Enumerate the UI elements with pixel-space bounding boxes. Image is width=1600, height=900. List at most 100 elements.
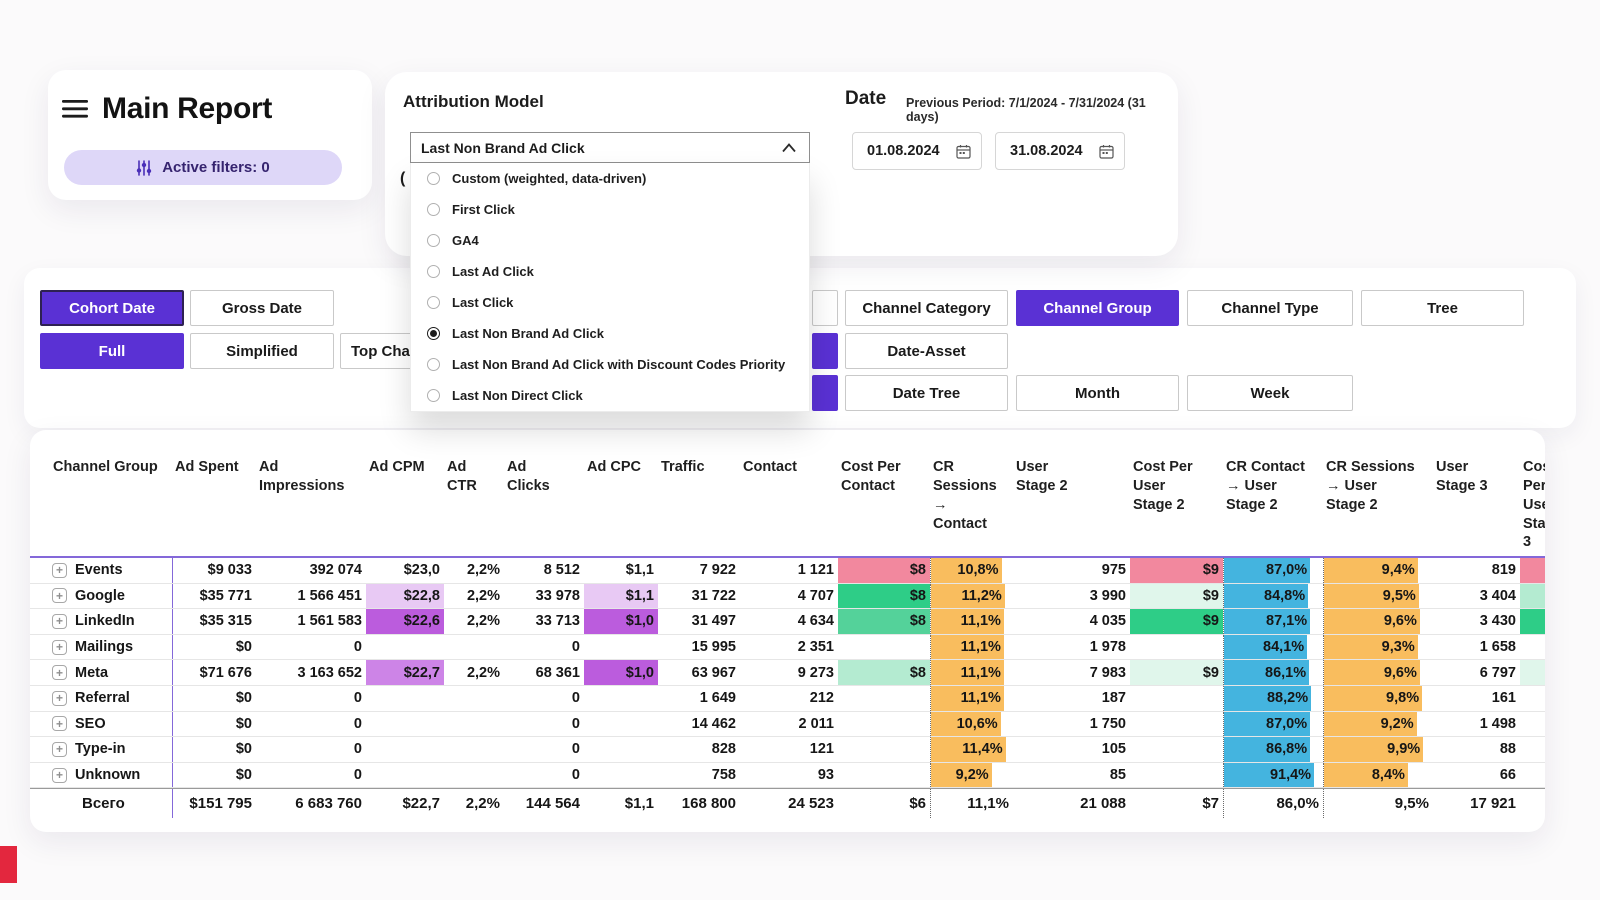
table-cell: $22,7	[366, 789, 444, 818]
table-cell	[444, 635, 504, 660]
expand-row-icon[interactable]: +	[52, 716, 67, 731]
report-type-button-channel-type[interactable]: Channel Type	[1187, 290, 1353, 326]
hidden-button[interactable]	[812, 375, 838, 411]
attribution-options-list: Custom (weighted, data-driven) First Clic…	[410, 163, 810, 412]
radio-icon[interactable]	[427, 358, 440, 371]
expand-row-icon[interactable]: +	[52, 768, 67, 783]
attribution-option[interactable]: Last Non Brand Ad Click	[411, 318, 809, 349]
attribution-option[interactable]: Last Click	[411, 287, 809, 318]
table-cell: 7 983	[1013, 660, 1130, 685]
table-cell: 758	[658, 763, 740, 788]
table-cell: 3 404	[1433, 584, 1520, 609]
table-column-header: User Stage 2	[1013, 458, 1130, 556]
expand-row-icon[interactable]: +	[52, 563, 67, 578]
date-to-input[interactable]: 31.08.2024	[995, 132, 1125, 170]
radio-icon[interactable]	[427, 203, 440, 216]
table-row: +Referral$0001 64921211,1%18788,2%9,8%16…	[30, 686, 1545, 712]
table-cell: 68 361	[504, 660, 584, 685]
active-filters-pill[interactable]: Active filters: 0	[64, 150, 342, 185]
report-type-button-channel-group[interactable]: Channel Group	[1016, 290, 1179, 326]
table-cell: $9 033	[172, 558, 256, 583]
table-cell	[838, 763, 930, 788]
attribution-option[interactable]: First Click	[411, 194, 809, 225]
table-cell	[584, 686, 658, 711]
attribution-option[interactable]: Custom (weighted, data-driven)	[411, 163, 809, 194]
table-cell: 0	[256, 635, 366, 660]
radio-icon[interactable]	[427, 265, 440, 278]
radio-icon[interactable]	[427, 296, 440, 309]
expand-row-icon[interactable]: +	[52, 665, 67, 680]
report-type-button-channel-category[interactable]: Channel Category	[845, 290, 1008, 326]
radio-icon[interactable]	[427, 172, 440, 185]
table-cell	[1130, 737, 1223, 762]
table-cell: 168 800	[658, 789, 740, 818]
report-type-button-tree[interactable]: Tree	[1361, 290, 1524, 326]
report-type-button-full[interactable]: Full	[40, 333, 184, 369]
radio-selected-icon[interactable]	[427, 327, 440, 340]
report-type-button-date-asset[interactable]: Date-Asset	[845, 333, 1008, 369]
table-cell: 0	[504, 763, 584, 788]
table-column-header: Ad CPC	[584, 458, 658, 556]
page-title: Main Report	[102, 92, 272, 126]
channel-name: Mailings	[75, 639, 133, 655]
report-type-button-month[interactable]: Month	[1016, 375, 1179, 411]
table-column-header: CR Sessions → Contact	[930, 458, 1013, 556]
table-cell: $23,0	[366, 558, 444, 583]
table-cell	[1130, 712, 1223, 737]
table-cell: 2,2%	[444, 789, 504, 818]
table-cell: 17 921	[1433, 789, 1520, 818]
table-cell: 9 273	[740, 660, 838, 685]
table-cell	[366, 635, 444, 660]
table-cell: $1,1	[584, 558, 658, 583]
attribution-option-label: Custom (weighted, data-driven)	[452, 171, 646, 186]
table-cell: 33 713	[504, 609, 584, 634]
report-type-button-date-tree[interactable]: Date Tree	[845, 375, 1008, 411]
table-cell	[366, 712, 444, 737]
attribution-option-label: Last Non Direct Click	[452, 388, 583, 403]
channel-name: Google	[75, 588, 125, 604]
attribution-select[interactable]: Last Non Brand Ad Click	[410, 132, 810, 163]
radio-icon[interactable]	[427, 234, 440, 247]
hidden-button[interactable]	[812, 290, 838, 326]
expand-row-icon[interactable]: +	[52, 614, 67, 629]
expand-row-icon[interactable]: +	[52, 588, 67, 603]
table-cell: $8	[838, 558, 930, 583]
radio-icon[interactable]	[427, 389, 440, 402]
table-cell: 85	[1013, 763, 1130, 788]
attribution-option-label: Last Non Brand Ad Click	[452, 326, 604, 341]
table-cell: $1,1	[584, 789, 658, 818]
channel-name: Unknown	[75, 767, 140, 783]
table-cell: 24 523	[740, 789, 838, 818]
channel-name: Meta	[75, 665, 108, 681]
chevron-up-icon	[781, 143, 797, 153]
table-cell: 66	[1433, 763, 1520, 788]
attribution-option[interactable]: Last Non Brand Ad Click with Discount Co…	[411, 349, 809, 380]
report-type-button-simplified[interactable]: Simplified	[190, 333, 334, 369]
expand-row-icon[interactable]: +	[52, 640, 67, 655]
table-column-header: Ad CTR	[444, 458, 504, 556]
table-cell: 6 797	[1433, 660, 1520, 685]
expand-row-icon[interactable]: +	[52, 691, 67, 706]
expand-row-icon[interactable]: +	[52, 742, 67, 757]
report-type-button-week[interactable]: Week	[1187, 375, 1353, 411]
attribution-option[interactable]: GA4	[411, 225, 809, 256]
attribution-option[interactable]: Last Ad Click	[411, 256, 809, 287]
table-column-header: Ad Clicks	[504, 458, 584, 556]
table-cell: $22,7	[366, 660, 444, 685]
hidden-button[interactable]	[812, 333, 838, 369]
attribution-option[interactable]: Last Non Direct Click	[411, 380, 809, 411]
table-cell: 1 978	[1013, 635, 1130, 660]
table-cell: 9,6%	[1323, 660, 1433, 685]
report-type-button-gross-date[interactable]: Gross Date	[190, 290, 334, 326]
date-from-input[interactable]: 01.08.2024	[852, 132, 982, 170]
table-header-row: Channel GroupAd SpentAd ImpressionsAd CP…	[30, 430, 1545, 556]
table-column-header: CR Sessions → User Stage 2	[1323, 458, 1433, 556]
table-cell	[444, 763, 504, 788]
table-cell	[584, 712, 658, 737]
report-type-button-cohort-date[interactable]: Cohort Date	[40, 290, 184, 326]
table-cell: 2 351	[740, 635, 838, 660]
menu-icon[interactable]	[62, 99, 88, 119]
table-total-row: Всего$151 7956 683 760$22,72,2%144 564$1…	[30, 788, 1545, 818]
table-cell: 0	[504, 737, 584, 762]
channel-name: LinkedIn	[75, 613, 135, 629]
